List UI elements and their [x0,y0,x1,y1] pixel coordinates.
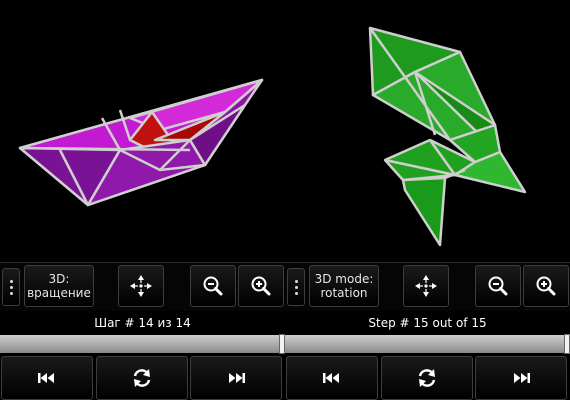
center-move-icon [415,275,437,297]
overflow-menu-icon[interactable] [287,268,305,306]
replay-button[interactable] [381,356,473,400]
slider-track[interactable] [285,335,570,353]
skip-to-last-icon [514,373,530,383]
mode-label-line2: вращение [27,286,91,300]
mode-rotation-button[interactable]: 3D: вращение [24,265,94,307]
replay-button[interactable] [96,356,188,400]
first-step-button[interactable] [1,356,93,400]
step-slider[interactable] [0,334,285,354]
last-step-button[interactable] [190,356,282,400]
overflow-menu-icon[interactable] [2,268,20,306]
step-counter: Step # 15 out of 15 [368,316,487,330]
last-step-button[interactable] [475,356,567,400]
paper-crane-model [368,26,527,247]
step-counter: Шаг # 14 из 14 [94,316,191,330]
mode-rotation-button[interactable]: 3D mode: rotation [309,265,379,307]
mode-label-line2: rotation [320,286,368,300]
skip-to-first-icon [38,373,54,383]
skip-to-first-icon [323,373,339,383]
paper-boat-model [18,78,264,207]
zoom-in-button[interactable] [523,265,569,307]
model-viewport-left[interactable] [0,0,285,262]
right-pane: 3D mode: rotation Step # 15 out of 15 [285,0,570,400]
toolbar-right: 3D mode: rotation [285,262,570,311]
slider-thumb[interactable] [564,334,570,354]
toolbar-left: 3D: вращение [0,262,285,311]
model-viewport-right[interactable] [285,0,570,262]
zoom-out-button[interactable] [190,265,236,307]
first-step-button[interactable] [286,356,378,400]
center-button[interactable] [118,265,164,307]
mode-label-line1: 3D mode: [314,272,374,286]
zoom-in-button[interactable] [238,265,284,307]
zoom-out-icon [203,276,223,296]
mode-label-line1: 3D: [48,272,70,286]
zoom-in-icon [536,276,556,296]
step-slider[interactable] [285,334,570,354]
zoom-out-button[interactable] [475,265,521,307]
center-move-icon [130,275,152,297]
replay-icon [133,369,151,387]
center-button[interactable] [403,265,449,307]
slider-track[interactable] [0,335,285,353]
zoom-in-icon [251,276,271,296]
replay-icon [418,369,436,387]
zoom-out-icon [488,276,508,296]
skip-to-last-icon [229,373,245,383]
left-pane: 3D: вращение Шаг # 14 из 14 [0,0,285,400]
